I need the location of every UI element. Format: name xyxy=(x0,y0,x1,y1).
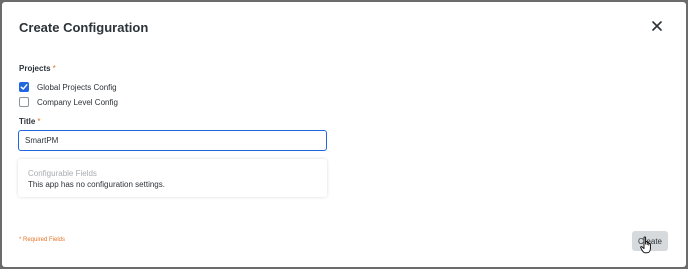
option-global-projects-config[interactable]: Global Projects Config xyxy=(19,81,117,93)
configurable-fields-heading: Configurable Fields xyxy=(28,169,97,178)
required-mark: * xyxy=(37,117,41,126)
option-label: Global Projects Config xyxy=(37,82,117,92)
configurable-fields-card: Configurable Fields This app has no conf… xyxy=(18,159,327,197)
close-button[interactable] xyxy=(647,16,667,36)
close-icon xyxy=(652,21,662,31)
projects-label: Projects * xyxy=(19,64,56,73)
option-label: Company Level Config xyxy=(37,97,118,107)
title-label-text: Title xyxy=(19,117,36,126)
projects-label-text: Projects xyxy=(19,64,51,73)
required-mark: * xyxy=(52,64,56,73)
dialog-title: Create Configuration xyxy=(19,20,149,35)
create-configuration-dialog: Create Configuration Projects * Global Pr… xyxy=(2,2,686,267)
title-label: Title * xyxy=(19,117,40,126)
required-fields-note: * Required Fields xyxy=(19,237,66,243)
no-configuration-message: This app has no configuration settings. xyxy=(28,180,165,189)
option-company-level-config[interactable]: Company Level Config xyxy=(19,96,118,108)
title-input[interactable] xyxy=(18,130,327,151)
checkmark-icon xyxy=(20,84,28,90)
create-button[interactable]: Create xyxy=(632,231,668,251)
checkbox-global-projects-config[interactable] xyxy=(19,82,29,92)
checkbox-company-level-config[interactable] xyxy=(19,97,29,107)
